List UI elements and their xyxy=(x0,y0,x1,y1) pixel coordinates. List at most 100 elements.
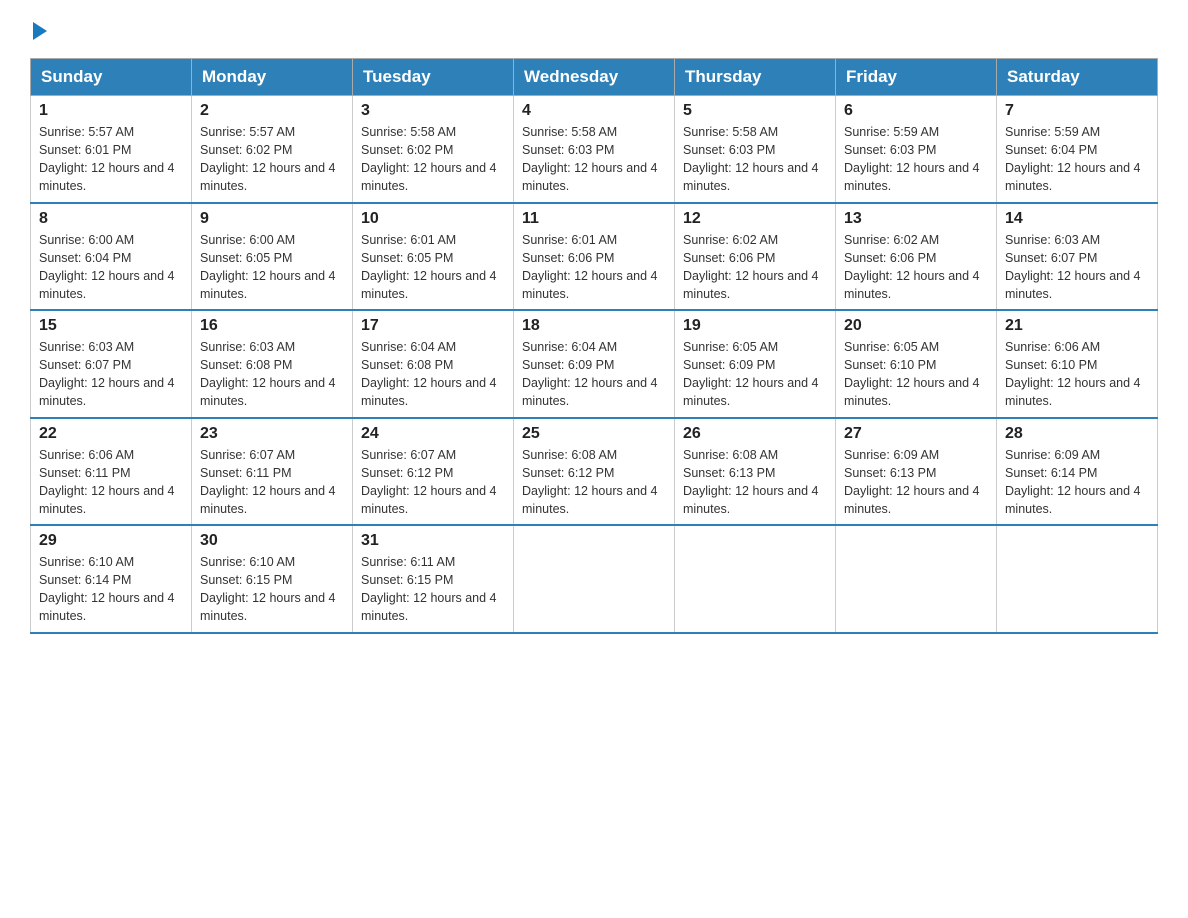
day-info: Sunrise: 6:07 AMSunset: 6:11 PMDaylight:… xyxy=(200,446,344,519)
day-number: 14 xyxy=(1005,210,1149,228)
day-number: 2 xyxy=(200,102,344,120)
day-number: 11 xyxy=(522,210,666,228)
day-info: Sunrise: 6:08 AMSunset: 6:12 PMDaylight:… xyxy=(522,446,666,519)
calendar-day-cell: 2 Sunrise: 5:57 AMSunset: 6:02 PMDayligh… xyxy=(192,96,353,203)
day-number: 9 xyxy=(200,210,344,228)
logo-top xyxy=(30,20,47,40)
day-info: Sunrise: 6:03 AMSunset: 6:08 PMDaylight:… xyxy=(200,338,344,411)
day-info: Sunrise: 6:01 AMSunset: 6:06 PMDaylight:… xyxy=(522,231,666,304)
day-of-week-header: Wednesday xyxy=(514,59,675,96)
day-number: 22 xyxy=(39,425,183,443)
calendar-day-cell: 12 Sunrise: 6:02 AMSunset: 6:06 PMDaylig… xyxy=(675,203,836,311)
calendar-day-cell: 8 Sunrise: 6:00 AMSunset: 6:04 PMDayligh… xyxy=(31,203,192,311)
calendar-week-row: 22 Sunrise: 6:06 AMSunset: 6:11 PMDaylig… xyxy=(31,418,1158,526)
day-number: 28 xyxy=(1005,425,1149,443)
calendar-day-cell: 21 Sunrise: 6:06 AMSunset: 6:10 PMDaylig… xyxy=(997,310,1158,418)
day-number: 29 xyxy=(39,532,183,550)
day-number: 24 xyxy=(361,425,505,443)
calendar-day-cell: 31 Sunrise: 6:11 AMSunset: 6:15 PMDaylig… xyxy=(353,525,514,633)
day-info: Sunrise: 6:06 AMSunset: 6:10 PMDaylight:… xyxy=(1005,338,1149,411)
calendar-day-cell: 27 Sunrise: 6:09 AMSunset: 6:13 PMDaylig… xyxy=(836,418,997,526)
calendar-day-cell: 29 Sunrise: 6:10 AMSunset: 6:14 PMDaylig… xyxy=(31,525,192,633)
day-number: 4 xyxy=(522,102,666,120)
day-number: 13 xyxy=(844,210,988,228)
day-info: Sunrise: 6:05 AMSunset: 6:09 PMDaylight:… xyxy=(683,338,827,411)
day-info: Sunrise: 5:58 AMSunset: 6:02 PMDaylight:… xyxy=(361,123,505,196)
calendar-day-cell: 24 Sunrise: 6:07 AMSunset: 6:12 PMDaylig… xyxy=(353,418,514,526)
day-number: 19 xyxy=(683,317,827,335)
page-header xyxy=(30,20,1158,38)
day-of-week-header: Sunday xyxy=(31,59,192,96)
day-info: Sunrise: 6:01 AMSunset: 6:05 PMDaylight:… xyxy=(361,231,505,304)
day-number: 7 xyxy=(1005,102,1149,120)
day-number: 16 xyxy=(200,317,344,335)
calendar-day-cell xyxy=(514,525,675,633)
calendar-week-row: 8 Sunrise: 6:00 AMSunset: 6:04 PMDayligh… xyxy=(31,203,1158,311)
calendar-day-cell: 17 Sunrise: 6:04 AMSunset: 6:08 PMDaylig… xyxy=(353,310,514,418)
day-info: Sunrise: 6:02 AMSunset: 6:06 PMDaylight:… xyxy=(844,231,988,304)
day-number: 31 xyxy=(361,532,505,550)
calendar-day-cell: 4 Sunrise: 5:58 AMSunset: 6:03 PMDayligh… xyxy=(514,96,675,203)
day-info: Sunrise: 5:58 AMSunset: 6:03 PMDaylight:… xyxy=(683,123,827,196)
day-info: Sunrise: 6:00 AMSunset: 6:05 PMDaylight:… xyxy=(200,231,344,304)
day-of-week-header: Thursday xyxy=(675,59,836,96)
calendar-header-row: SundayMondayTuesdayWednesdayThursdayFrid… xyxy=(31,59,1158,96)
day-number: 10 xyxy=(361,210,505,228)
day-number: 25 xyxy=(522,425,666,443)
calendar-day-cell: 9 Sunrise: 6:00 AMSunset: 6:05 PMDayligh… xyxy=(192,203,353,311)
day-info: Sunrise: 5:58 AMSunset: 6:03 PMDaylight:… xyxy=(522,123,666,196)
logo xyxy=(30,20,47,38)
logo-triangle-icon xyxy=(33,22,47,40)
calendar-day-cell: 16 Sunrise: 6:03 AMSunset: 6:08 PMDaylig… xyxy=(192,310,353,418)
day-info: Sunrise: 6:09 AMSunset: 6:13 PMDaylight:… xyxy=(844,446,988,519)
calendar-day-cell: 19 Sunrise: 6:05 AMSunset: 6:09 PMDaylig… xyxy=(675,310,836,418)
day-number: 8 xyxy=(39,210,183,228)
calendar-day-cell: 30 Sunrise: 6:10 AMSunset: 6:15 PMDaylig… xyxy=(192,525,353,633)
calendar-day-cell: 11 Sunrise: 6:01 AMSunset: 6:06 PMDaylig… xyxy=(514,203,675,311)
day-number: 26 xyxy=(683,425,827,443)
calendar-day-cell: 22 Sunrise: 6:06 AMSunset: 6:11 PMDaylig… xyxy=(31,418,192,526)
calendar-day-cell: 6 Sunrise: 5:59 AMSunset: 6:03 PMDayligh… xyxy=(836,96,997,203)
day-number: 23 xyxy=(200,425,344,443)
calendar-day-cell: 18 Sunrise: 6:04 AMSunset: 6:09 PMDaylig… xyxy=(514,310,675,418)
calendar-day-cell: 10 Sunrise: 6:01 AMSunset: 6:05 PMDaylig… xyxy=(353,203,514,311)
calendar-week-row: 1 Sunrise: 5:57 AMSunset: 6:01 PMDayligh… xyxy=(31,96,1158,203)
calendar-day-cell: 7 Sunrise: 5:59 AMSunset: 6:04 PMDayligh… xyxy=(997,96,1158,203)
calendar-day-cell xyxy=(675,525,836,633)
day-info: Sunrise: 6:04 AMSunset: 6:08 PMDaylight:… xyxy=(361,338,505,411)
calendar-day-cell: 26 Sunrise: 6:08 AMSunset: 6:13 PMDaylig… xyxy=(675,418,836,526)
day-info: Sunrise: 6:10 AMSunset: 6:14 PMDaylight:… xyxy=(39,553,183,626)
calendar-week-row: 15 Sunrise: 6:03 AMSunset: 6:07 PMDaylig… xyxy=(31,310,1158,418)
calendar-day-cell: 28 Sunrise: 6:09 AMSunset: 6:14 PMDaylig… xyxy=(997,418,1158,526)
day-of-week-header: Monday xyxy=(192,59,353,96)
day-info: Sunrise: 6:07 AMSunset: 6:12 PMDaylight:… xyxy=(361,446,505,519)
day-number: 12 xyxy=(683,210,827,228)
day-number: 15 xyxy=(39,317,183,335)
calendar-day-cell: 14 Sunrise: 6:03 AMSunset: 6:07 PMDaylig… xyxy=(997,203,1158,311)
calendar-day-cell: 5 Sunrise: 5:58 AMSunset: 6:03 PMDayligh… xyxy=(675,96,836,203)
day-info: Sunrise: 6:02 AMSunset: 6:06 PMDaylight:… xyxy=(683,231,827,304)
day-info: Sunrise: 6:04 AMSunset: 6:09 PMDaylight:… xyxy=(522,338,666,411)
day-info: Sunrise: 6:08 AMSunset: 6:13 PMDaylight:… xyxy=(683,446,827,519)
calendar-week-row: 29 Sunrise: 6:10 AMSunset: 6:14 PMDaylig… xyxy=(31,525,1158,633)
calendar-day-cell xyxy=(997,525,1158,633)
calendar-day-cell xyxy=(836,525,997,633)
day-info: Sunrise: 6:00 AMSunset: 6:04 PMDaylight:… xyxy=(39,231,183,304)
day-number: 18 xyxy=(522,317,666,335)
calendar-day-cell: 1 Sunrise: 5:57 AMSunset: 6:01 PMDayligh… xyxy=(31,96,192,203)
day-info: Sunrise: 6:10 AMSunset: 6:15 PMDaylight:… xyxy=(200,553,344,626)
day-info: Sunrise: 6:11 AMSunset: 6:15 PMDaylight:… xyxy=(361,553,505,626)
day-number: 20 xyxy=(844,317,988,335)
day-of-week-header: Friday xyxy=(836,59,997,96)
calendar-day-cell: 13 Sunrise: 6:02 AMSunset: 6:06 PMDaylig… xyxy=(836,203,997,311)
day-number: 1 xyxy=(39,102,183,120)
day-number: 21 xyxy=(1005,317,1149,335)
calendar-table: SundayMondayTuesdayWednesdayThursdayFrid… xyxy=(30,58,1158,634)
calendar-day-cell: 25 Sunrise: 6:08 AMSunset: 6:12 PMDaylig… xyxy=(514,418,675,526)
day-number: 6 xyxy=(844,102,988,120)
day-info: Sunrise: 6:06 AMSunset: 6:11 PMDaylight:… xyxy=(39,446,183,519)
day-of-week-header: Tuesday xyxy=(353,59,514,96)
day-info: Sunrise: 6:03 AMSunset: 6:07 PMDaylight:… xyxy=(1005,231,1149,304)
day-number: 17 xyxy=(361,317,505,335)
calendar-day-cell: 3 Sunrise: 5:58 AMSunset: 6:02 PMDayligh… xyxy=(353,96,514,203)
